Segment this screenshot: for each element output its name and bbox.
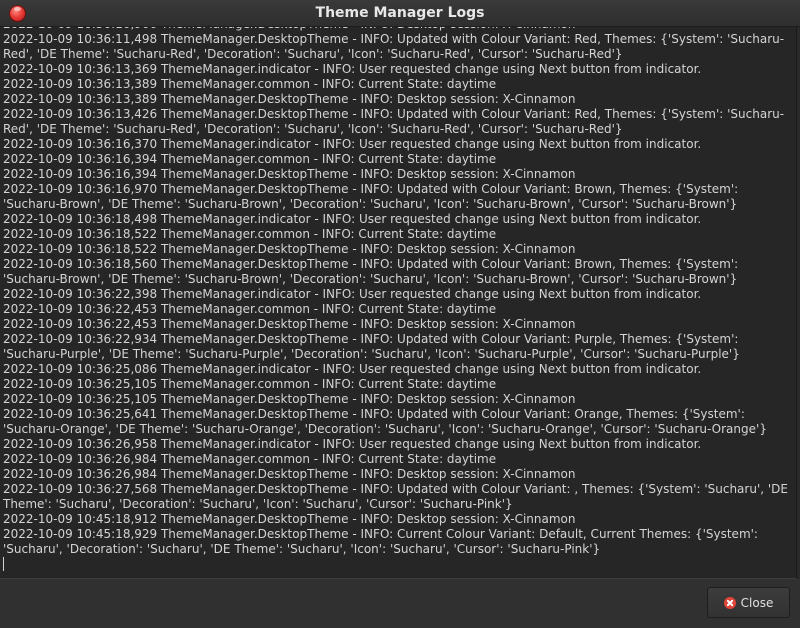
log-line: 2022-10-09 10:36:26,984 ThemeManager.com… bbox=[3, 452, 497, 466]
close-button[interactable]: Close bbox=[707, 587, 790, 618]
log-line: 2022-10-09 10:36:13,426 ThemeManager.Des… bbox=[3, 107, 785, 121]
window-close-icon[interactable] bbox=[9, 5, 26, 22]
log-line: 2022-10-09 10:45:18,912 ThemeManager.Des… bbox=[3, 512, 576, 526]
log-line: 2022-10-09 10:36:13,389 ThemeManager.Des… bbox=[3, 92, 576, 106]
log-line: 2022-10-09 10:36:25,105 ThemeManager.com… bbox=[3, 377, 497, 391]
log-line: 2022-10-09 10:36:11,498 ThemeManager.Des… bbox=[3, 32, 785, 46]
log-line: Red', 'DE Theme': 'Sucharu-Red', 'Decora… bbox=[3, 122, 623, 136]
log-line: 2022-10-09 10:36:13,369 ThemeManager.ind… bbox=[3, 62, 702, 76]
log-line: 2022-10-09 10:36:16,970 ThemeManager.Des… bbox=[3, 182, 739, 196]
log-line: 2022-10-09 10:36:25,105 ThemeManager.Des… bbox=[3, 392, 576, 406]
log-text-view[interactable]: 2022-10-09 10:36:10,906 ThemeManager.Des… bbox=[0, 27, 797, 579]
log-line: 2022-10-09 10:36:25,086 ThemeManager.ind… bbox=[3, 362, 702, 376]
title-bar[interactable]: Theme Manager Logs bbox=[0, 0, 800, 27]
log-line: 2022-10-09 10:36:18,522 ThemeManager.Des… bbox=[3, 242, 576, 256]
log-line: 'Sucharu-Brown', 'DE Theme': 'Sucharu-Br… bbox=[3, 197, 738, 211]
log-line: 2022-10-09 10:36:27,568 ThemeManager.Des… bbox=[3, 482, 788, 496]
log-line: 2022-10-09 10:36:18,498 ThemeManager.ind… bbox=[3, 212, 702, 226]
log-line: 2022-10-09 10:36:16,394 ThemeManager.com… bbox=[3, 152, 497, 166]
log-line: 2022-10-09 10:36:26,984 ThemeManager.Des… bbox=[3, 467, 576, 481]
log-line: 2022-10-09 10:36:26,958 ThemeManager.ind… bbox=[3, 437, 702, 451]
log-line: 2022-10-09 10:36:16,370 ThemeManager.ind… bbox=[3, 137, 702, 151]
log-line: 2022-10-09 10:36:22,453 ThemeManager.com… bbox=[3, 302, 497, 316]
log-line: 'Sucharu', 'Decoration': 'Sucharu', 'DE … bbox=[3, 542, 601, 556]
log-line: 2022-10-09 10:36:18,560 ThemeManager.Des… bbox=[3, 257, 739, 271]
log-line: 2022-10-09 10:36:16,394 ThemeManager.Des… bbox=[3, 167, 576, 181]
text-cursor bbox=[3, 557, 4, 571]
log-line: 2022-10-09 10:36:22,934 ThemeManager.Des… bbox=[3, 332, 739, 346]
log-line: 2022-10-09 10:45:18,929 ThemeManager.Des… bbox=[3, 527, 758, 541]
log-line: Red', 'DE Theme': 'Sucharu-Red', 'Decora… bbox=[3, 47, 623, 61]
log-line: 2022-10-09 10:36:13,389 ThemeManager.com… bbox=[3, 77, 497, 91]
log-line: 2022-10-09 10:36:18,522 ThemeManager.com… bbox=[3, 227, 497, 241]
dialog-footer bbox=[0, 579, 800, 628]
log-line: 'Sucharu-Orange', 'DE Theme': 'Sucharu-O… bbox=[3, 422, 767, 436]
log-lines: 2022-10-09 10:36:10,906 ThemeManager.Des… bbox=[3, 27, 795, 571]
log-line: 'Sucharu-Purple', 'DE Theme': 'Sucharu-P… bbox=[3, 347, 740, 361]
log-line: 2022-10-09 10:36:22,398 ThemeManager.ind… bbox=[3, 287, 702, 301]
theme-manager-logs-window: Theme Manager Logs 2022-10-09 10:36:10,9… bbox=[0, 0, 800, 628]
log-line: Theme': 'Sucharu', 'Decoration': 'Suchar… bbox=[3, 497, 513, 511]
log-line: 'Sucharu-Brown', 'DE Theme': 'Sucharu-Br… bbox=[3, 272, 738, 286]
close-icon bbox=[723, 596, 736, 609]
log-line: 2022-10-09 10:36:25,641 ThemeManager.Des… bbox=[3, 407, 745, 421]
log-line: 2022-10-09 10:36:22,453 ThemeManager.Des… bbox=[3, 317, 576, 331]
close-button-label: Close bbox=[740, 595, 774, 610]
window-title: Theme Manager Logs bbox=[315, 5, 485, 21]
